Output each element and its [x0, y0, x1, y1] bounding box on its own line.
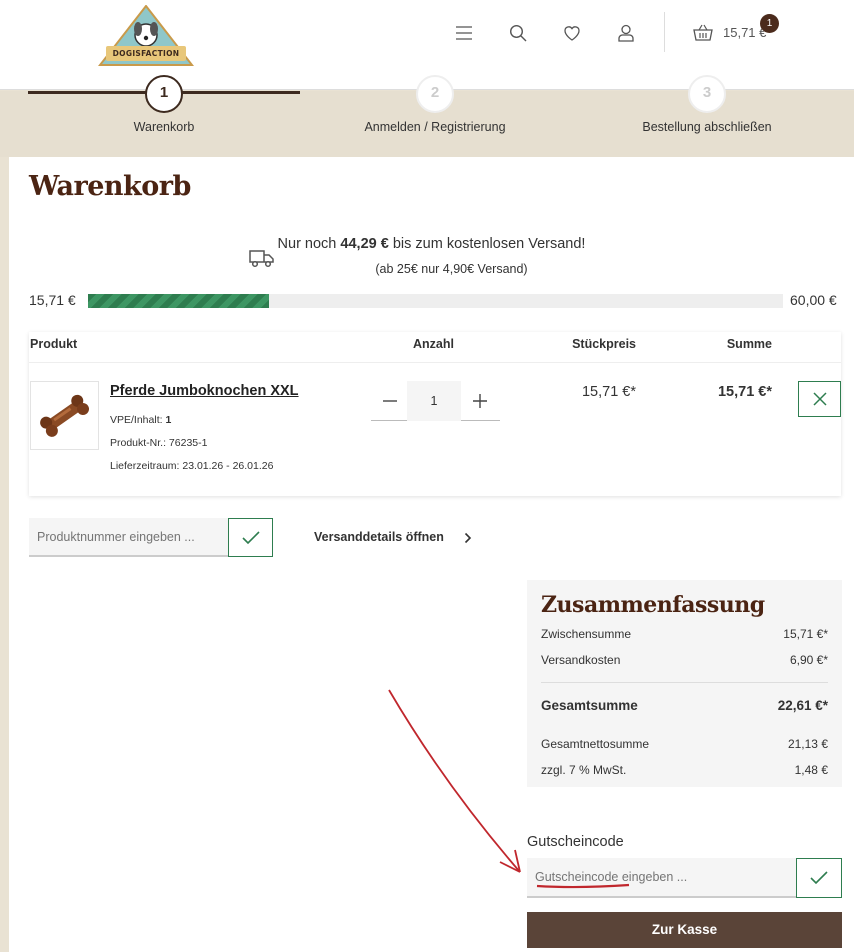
- summary-value: 21,13 €: [787, 737, 828, 751]
- summary-value: 15,71 €*: [783, 627, 828, 641]
- unit-price: 15,71 €*: [581, 384, 636, 400]
- cart-table: Produkt Anzahl Stückpreis Summe Pferde J…: [29, 332, 841, 496]
- checkmark-icon: [241, 530, 260, 544]
- shipping-suffix: bis zum kostenlosen Versand!: [392, 236, 586, 252]
- step-1-circle: 1: [145, 75, 183, 113]
- summary-row-shipping: Versandkosten 6,90 €*: [541, 653, 828, 667]
- coupon-label: Gutscheincode: [527, 834, 624, 850]
- summary-total-value: 22,61 €*: [777, 698, 828, 713]
- table-header-divider: [29, 362, 841, 363]
- shipping-progress-fill: [88, 294, 269, 308]
- summary-divider: [541, 682, 828, 683]
- summary-row-total: Gesamtsumme 22,61 €*: [541, 698, 828, 713]
- heart-icon[interactable]: [561, 22, 583, 44]
- shipping-remaining-amount: 44,29 €: [340, 236, 389, 252]
- step-1-label: Warenkorb: [133, 120, 195, 134]
- search-icon[interactable]: [507, 22, 529, 44]
- summary-row-net: Gesamtnettosumme 21,13 €: [541, 737, 828, 751]
- quantity-stepper: 1: [371, 381, 500, 421]
- delivery-period: Lieferzeitraum: 23.01.26 - 26.01.26: [110, 460, 274, 472]
- step-2-circle: 2: [416, 75, 454, 113]
- order-summary: Zusammenfassung Zwischensumme 15,71 €* V…: [527, 580, 842, 787]
- minus-icon[interactable]: [380, 391, 400, 411]
- vpe-label: VPE/Inhalt:: [110, 414, 163, 426]
- product-thumbnail[interactable]: [30, 381, 99, 450]
- free-shipping-message: Nur noch 44,29 € bis zum kostenlosen Ver…: [9, 236, 854, 252]
- summary-label: Versandkosten: [541, 653, 621, 667]
- progress-end-value: 60,00 €: [790, 292, 837, 308]
- product-number: Produkt-Nr.: 76235-1: [110, 437, 208, 449]
- page-title: Warenkorb: [29, 171, 191, 202]
- vpe-value: 1: [165, 414, 172, 426]
- logo-text: DOGISFACTION: [112, 49, 180, 58]
- plus-icon[interactable]: [470, 391, 490, 411]
- coupon-submit-button[interactable]: [796, 858, 842, 898]
- checkout-button[interactable]: Zur Kasse: [527, 912, 842, 948]
- progress-start-value: 15,71 €: [29, 292, 76, 308]
- shipping-subtext: (ab 25€ nur 4,90€ Versand): [375, 262, 528, 276]
- product-number-input[interactable]: [29, 518, 228, 557]
- shipping-progress-bar: [88, 294, 783, 308]
- checkmark-icon: [810, 871, 828, 885]
- header-product: Produkt: [30, 337, 78, 351]
- summary-title: Zusammenfassung: [541, 592, 765, 618]
- close-icon: [812, 392, 827, 406]
- menu-icon[interactable]: [453, 22, 475, 44]
- coupon-input[interactable]: [527, 858, 797, 898]
- summary-total-label: Gesamtsumme: [541, 698, 638, 713]
- product-vpe: VPE/Inhalt: 1: [110, 414, 171, 426]
- dogisfaction-logo[interactable]: DOGISFACTION: [97, 4, 195, 67]
- cart-panel: Warenkorb Nur noch 44,29 € bis zum koste…: [9, 157, 854, 952]
- header-quantity: Anzahl: [413, 337, 454, 351]
- step-3-circle: 3: [688, 75, 726, 113]
- basket-icon[interactable]: [692, 22, 714, 44]
- header-sum: Summe: [726, 337, 772, 351]
- checkout-steps: 1 2 3 Warenkorb Anmelden / Registrierung…: [0, 75, 854, 157]
- header-divider: [664, 12, 665, 52]
- summary-row-vat: zzgl. 7 % MwSt. 1,48 €: [541, 763, 828, 777]
- quantity-value[interactable]: 1: [407, 381, 461, 421]
- header-unit-price: Stückpreis: [572, 337, 636, 351]
- product-name-link[interactable]: Pferde Jumboknochen XXL: [110, 383, 299, 399]
- summary-value: 1,48 €: [794, 763, 828, 777]
- product-number-submit-button[interactable]: [228, 518, 273, 557]
- chevron-right-icon[interactable]: [464, 531, 472, 549]
- summary-label: Gesamtnettosumme: [541, 737, 650, 751]
- shipping-prefix: Nur noch: [277, 236, 337, 252]
- step-2-label: Anmelden / Registrierung: [364, 120, 506, 134]
- shipping-details-toggle[interactable]: Versanddetails öffnen: [314, 530, 444, 544]
- step-3-label: Bestellung abschließen: [642, 120, 772, 134]
- summary-row-subtotal: Zwischensumme 15,71 €*: [541, 627, 828, 641]
- summary-label: zzgl. 7 % MwSt.: [541, 763, 627, 777]
- summary-label: Zwischensumme: [541, 627, 632, 641]
- remove-item-button[interactable]: [798, 381, 841, 417]
- cart-count-badge: 1: [760, 14, 779, 33]
- user-icon[interactable]: [615, 22, 637, 44]
- summary-value: 6,90 €*: [789, 653, 828, 667]
- line-total: 15,71 €*: [717, 384, 772, 400]
